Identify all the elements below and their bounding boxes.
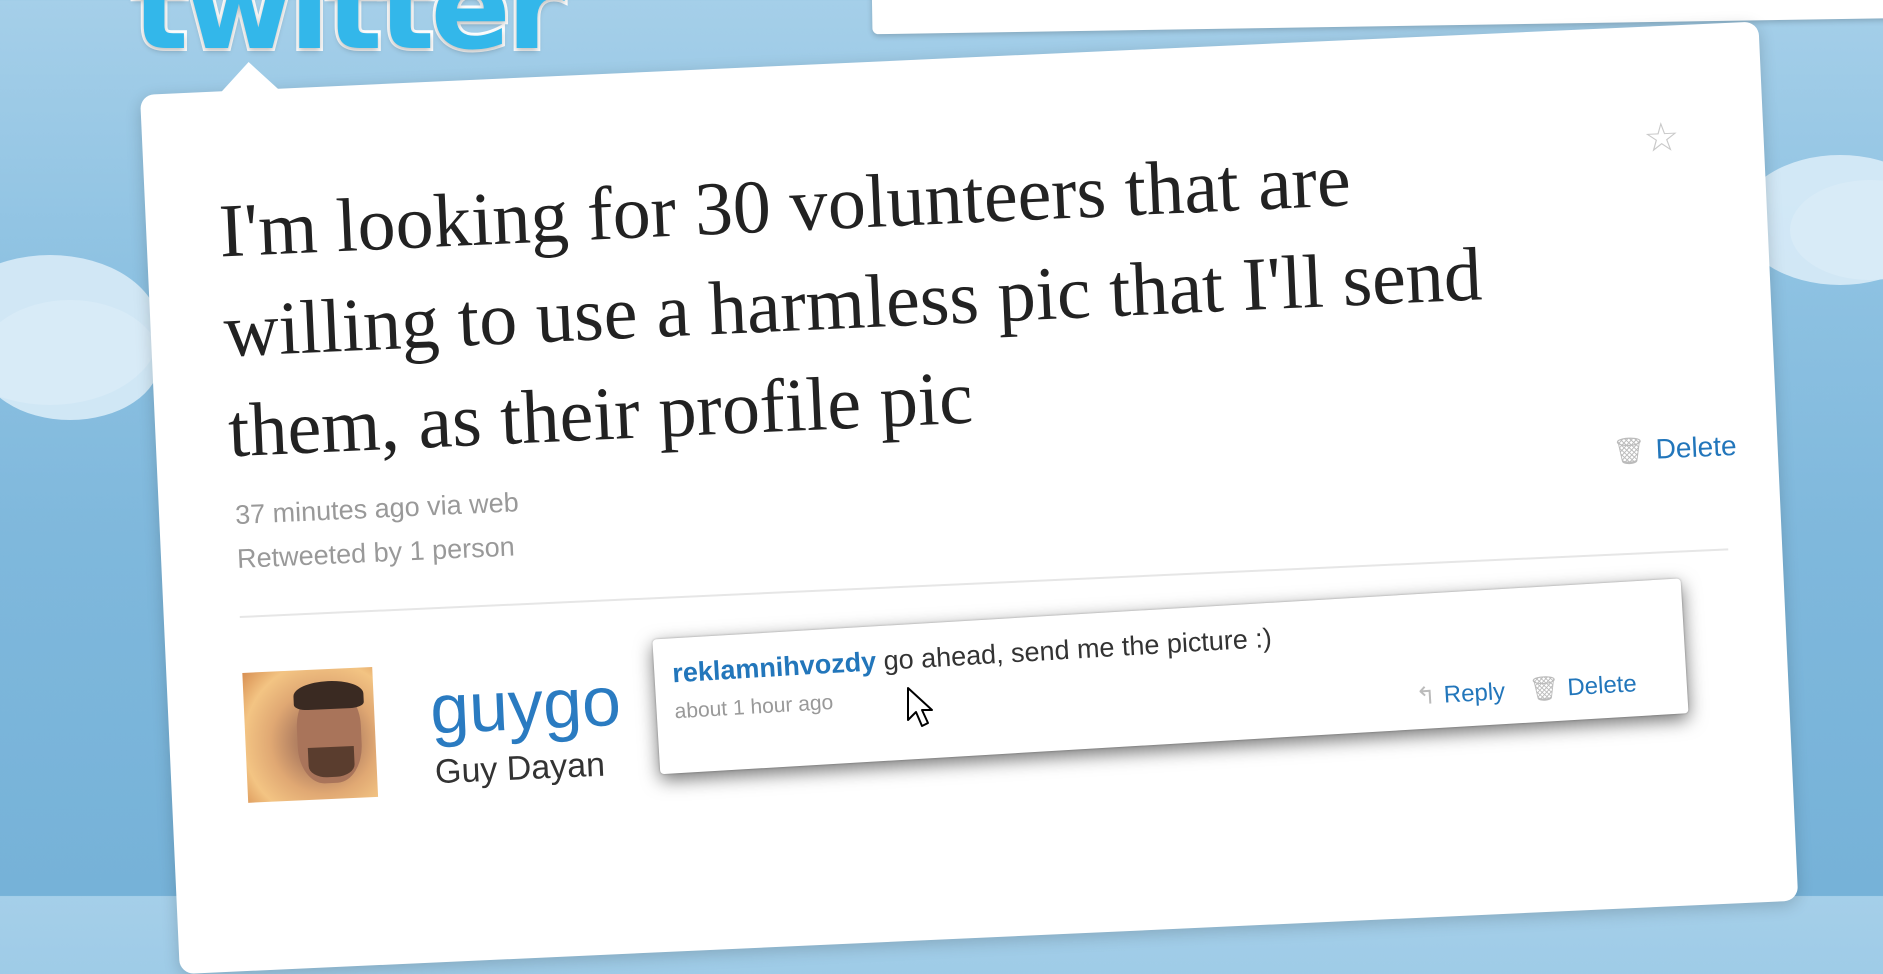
reply-author-link[interactable]: reklamnihvozdy xyxy=(671,646,876,688)
via-prefix: via xyxy=(426,489,463,522)
reply-timestamp[interactable]: about 1 hour ago xyxy=(674,691,834,724)
reply-delete-button[interactable]: 🗑 Delete xyxy=(1528,669,1637,704)
reply-arrow-icon: ↰ xyxy=(1414,682,1437,711)
mouse-cursor-icon xyxy=(907,687,933,727)
reply-button[interactable]: ↰ Reply xyxy=(1415,677,1506,711)
reply-button-label: Reply xyxy=(1442,677,1506,709)
trash-icon: 🗑 xyxy=(1611,434,1647,467)
avatar-hair xyxy=(292,679,365,711)
card-pointer xyxy=(218,60,280,94)
reply-text-line: reklamnihvozdy go ahead, send me the pic… xyxy=(671,623,1272,690)
tweet-text: I'm looking for 30 volunteers that are w… xyxy=(217,138,1484,474)
tweet-time-link[interactable]: 37 minutes ago xyxy=(234,492,420,530)
via-source-link[interactable]: web xyxy=(468,487,519,519)
full-name: Guy Dayan xyxy=(434,745,606,792)
reply-actions: ↰ Reply 🗑 Delete xyxy=(1415,669,1638,711)
reply-popup: reklamnihvozdy go ahead, send me the pic… xyxy=(652,578,1689,775)
tweet-delete-label: Delete xyxy=(1654,429,1738,465)
tweet-delete-button[interactable]: 🗑 Delete xyxy=(1612,430,1737,468)
avatar-beard xyxy=(307,745,356,779)
reply-delete-label: Delete xyxy=(1566,669,1638,701)
tweet-meta: 37 minutes ago via web Retweeted by 1 pe… xyxy=(234,480,521,581)
star-icon[interactable]: ☆ xyxy=(1643,115,1681,161)
tweet-card: ☆ I'm looking for 30 volunteers that are… xyxy=(140,21,1799,974)
avatar[interactable] xyxy=(242,667,379,803)
username-link[interactable]: guygo xyxy=(428,662,622,749)
trash-icon: 🗑 xyxy=(1528,674,1561,704)
twitter-logo[interactable]: twitter xyxy=(129,0,568,79)
reply-message: go ahead, send me the picture :) xyxy=(882,622,1273,676)
